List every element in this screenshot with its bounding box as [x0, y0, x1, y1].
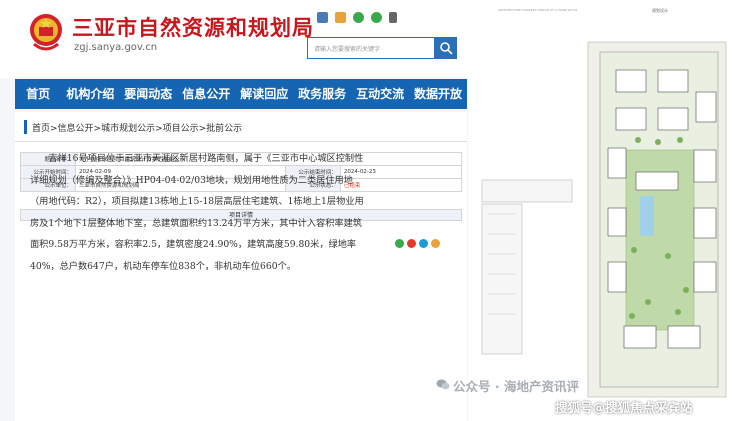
site-domain: zgj.sanya.gov.cn: [74, 42, 158, 53]
search-icon: [440, 42, 453, 55]
site-header: 三亚市自然资源和规划局 zgj.sanya.gov.cn 请输入您要搜索的关键字: [0, 0, 468, 78]
app-icon[interactable]: [371, 12, 382, 23]
nav-item-interaction[interactable]: 互动交流: [351, 79, 409, 109]
nav-item-about[interactable]: 机构介绍: [61, 79, 119, 109]
watermark-top: 公众号 · 海地产资讯评: [453, 379, 579, 394]
breadcrumb-marker: [24, 120, 27, 134]
breadcrumb: 首页>信息公开>城市规划公示>项目公示>批前公示: [15, 112, 467, 142]
nav-item-interpretation[interactable]: 解读回应: [235, 79, 293, 109]
nav-item-news[interactable]: 要闻动态: [119, 79, 177, 109]
main-nav: 首页 机构介绍 要闻动态 信息公开 解读回应 政务服务 互动交流 数据开放: [15, 79, 467, 109]
search-input[interactable]: 请输入您要搜索的关键字: [307, 37, 435, 59]
watermark-bottom: 搜狐号@搜狐焦点采宾站: [555, 400, 693, 415]
wechat-icon[interactable]: [353, 12, 364, 23]
national-emblem-icon: [30, 14, 62, 51]
share-bar: [395, 239, 440, 248]
search-button[interactable]: [435, 37, 457, 59]
top-icon-bar: [317, 12, 397, 23]
wechat-watermark-icon: [436, 379, 450, 390]
site-plan-drawing: [481, 41, 727, 398]
weibo-icon[interactable]: [335, 12, 346, 23]
nav-item-open-data[interactable]: 数据开放: [409, 79, 467, 109]
breadcrumb-text[interactable]: 首页>信息公开>城市规划公示>项目公示>批前公示: [32, 121, 242, 134]
qq-share-icon[interactable]: [419, 239, 428, 248]
accessibility-icon[interactable]: [317, 12, 328, 23]
website-panel: 三亚市自然资源和规划局 zgj.sanya.gov.cn 请输入您要搜索的关键字…: [0, 0, 468, 421]
nav-item-disclosure[interactable]: 信息公开: [177, 79, 235, 109]
nav-item-services[interactable]: 政务服务: [293, 79, 351, 109]
nav-item-home[interactable]: 首页: [15, 79, 61, 109]
weibo-share-icon[interactable]: [407, 239, 416, 248]
site-plan-panel: ARCHITECTURE CONCEPT DESIGN OF JI XIANG …: [468, 0, 740, 421]
site-title: 三亚市自然资源和规划局: [72, 15, 314, 40]
mobile-icon[interactable]: [389, 12, 397, 23]
article-body: 吉祥16号项目位于三亚市天涯区新居村路南侧，属于《三亚市中心城区控制性详细规划（…: [30, 153, 364, 272]
wechat-share-icon[interactable]: [395, 239, 404, 248]
qzone-share-icon[interactable]: [431, 239, 440, 248]
